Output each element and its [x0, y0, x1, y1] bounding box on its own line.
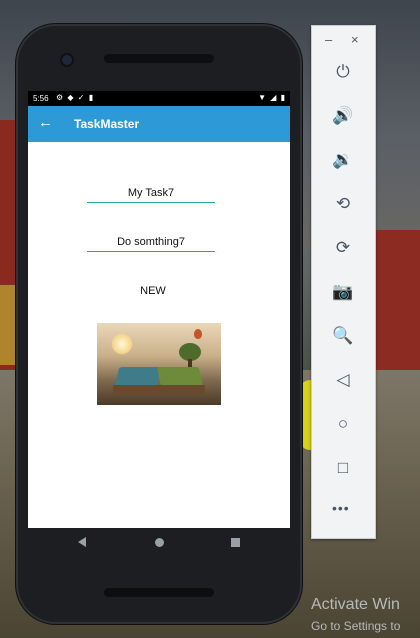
nav-back-icon[interactable]: [78, 537, 86, 547]
windows-activate-subtext: Go to Settings to: [311, 619, 401, 633]
app-bar: ← TaskMaster: [28, 106, 290, 142]
task-detail-content: My Task7 Do somthing7 NEW: [28, 142, 290, 528]
front-camera: [62, 55, 72, 65]
emulator-toolbar: – × ⏻ 🔊 🔉 ⟲ ⟳ 📷 🔍 ◁ ○ □ •••: [311, 25, 376, 539]
minimize-icon[interactable]: –: [325, 32, 332, 47]
status-bar: 5:56 ⚙ ◆ ✓ ▮ ▼ ◢ ▮: [28, 91, 290, 106]
bottom-speaker: [104, 588, 214, 597]
task-status-label: NEW: [140, 285, 166, 297]
image-book-left-page: [114, 367, 162, 387]
nav-home-icon[interactable]: [155, 538, 164, 547]
status-time: 5:56: [33, 94, 49, 103]
image-sun: [111, 333, 133, 355]
app-title: TaskMaster: [74, 117, 140, 131]
close-icon[interactable]: ×: [351, 32, 359, 47]
android-nav-bar: [28, 528, 290, 558]
task-description-field[interactable]: Do somthing7: [87, 236, 215, 252]
home-icon[interactable]: ○: [330, 411, 356, 437]
arrow-back-icon[interactable]: ←: [38, 115, 53, 131]
rotate-left-icon[interactable]: ⟲: [330, 191, 356, 217]
rotate-right-icon[interactable]: ⟳: [330, 235, 356, 261]
status-notification-icons: ⚙ ◆ ✓ ▮: [56, 93, 95, 102]
volume-down-icon[interactable]: 🔉: [330, 147, 356, 173]
status-signal-battery-icons: ▼ ◢ ▮: [258, 93, 286, 102]
top-speaker: [104, 54, 214, 63]
phone-screen: 5:56 ⚙ ◆ ✓ ▮ ▼ ◢ ▮ ← TaskMaster My Task7…: [28, 91, 290, 528]
wallpaper-barn-right: [372, 230, 420, 370]
camera-icon[interactable]: 📷: [330, 279, 356, 305]
more-options-icon[interactable]: •••: [332, 500, 350, 516]
image-book-cover: [113, 385, 205, 395]
zoom-icon[interactable]: 🔍: [330, 323, 356, 349]
task-title-field[interactable]: My Task7: [87, 187, 215, 203]
power-icon[interactable]: ⏻: [330, 59, 356, 85]
nav-recents-icon[interactable]: [231, 538, 240, 547]
volume-up-icon[interactable]: 🔊: [330, 103, 356, 129]
windows-activate-watermark: Activate Win: [311, 596, 400, 613]
book-landscape-image: [97, 323, 221, 405]
image-balloon: [194, 329, 202, 339]
overview-icon[interactable]: □: [330, 455, 356, 481]
back-icon[interactable]: ◁: [330, 367, 356, 393]
image-book-right-page: [156, 367, 204, 387]
